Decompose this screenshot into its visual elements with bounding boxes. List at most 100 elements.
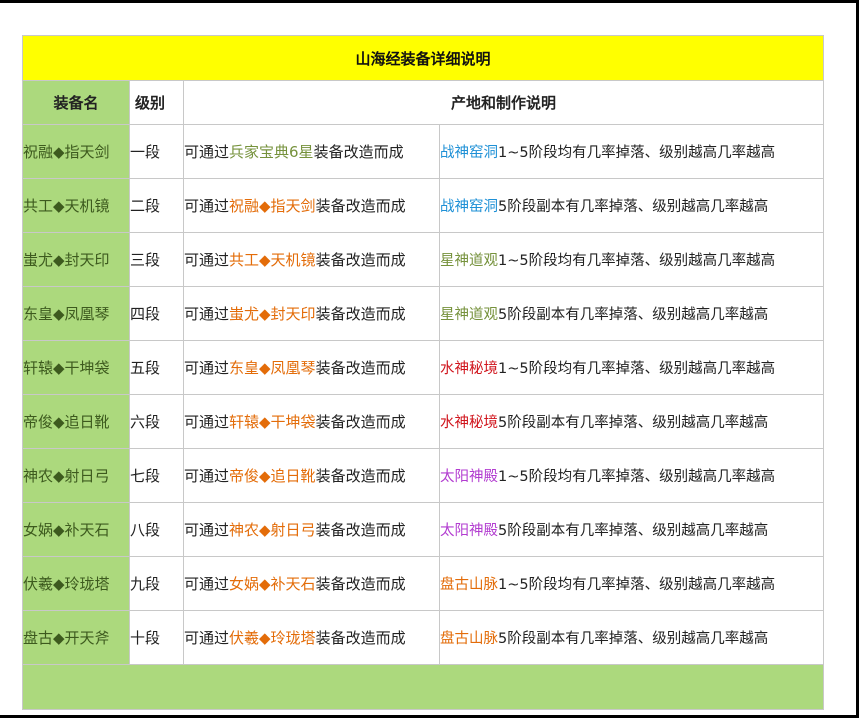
method-cell: 可通过神农◆射日弓装备改造而成 (183, 502, 440, 557)
equipment-name: 祝融◆指天剑 (23, 143, 110, 161)
source-cell: 太阳神殿1~5阶段均有几率掉落、级别越高几率越高 (438, 448, 825, 503)
method-prefix: 可通过 (184, 629, 230, 647)
level-cell: 五段 (129, 340, 184, 395)
drop-detail: 1~5阶段均有几率掉落、级别越高几率越高 (498, 145, 776, 161)
drop-detail: 1~5阶段均有几率掉落、级别越高几率越高 (498, 577, 776, 593)
source-material: 兵家宝典6星 (229, 143, 314, 161)
source-cell: 星神道观5阶段副本有几率掉落、级别越高几率越高 (438, 286, 825, 341)
source-cell: 太阳神殿5阶段副本有几率掉落、级别越高几率越高 (438, 502, 825, 557)
method-suffix: 装备改造而成 (315, 575, 406, 593)
equipment-name: 神农◆射日弓 (23, 467, 110, 485)
method-prefix: 可通过 (184, 467, 230, 485)
method-prefix: 可通过 (184, 521, 230, 539)
source-material: 帝俊◆追日靴 (229, 467, 316, 485)
equipment-level: 九段 (130, 575, 161, 593)
equipment-name-cell: 盘古◆开天斧 (22, 610, 130, 665)
equipment-level: 六段 (130, 413, 161, 431)
equipment-name: 盘古◆开天斧 (23, 629, 110, 647)
equipment-name-cell: 帝俊◆追日靴 (22, 394, 130, 449)
table-row: 祝融◆指天剑 一段 可通过兵家宝典6星装备改造而成 战神窑洞1~5阶段均有几率掉… (22, 124, 825, 179)
method-cell: 可通过东皇◆凤凰琴装备改造而成 (183, 340, 440, 395)
drop-detail: 5阶段副本有几率掉落、级别越高几率越高 (498, 199, 769, 215)
drop-location: 盘古山脉 (440, 577, 498, 593)
drop-detail: 5阶段副本有几率掉落、级别越高几率越高 (498, 631, 769, 647)
drop-location: 盘古山脉 (440, 631, 498, 647)
window-frame-top (0, 0, 859, 3)
source-material: 蚩尤◆封天印 (229, 305, 316, 323)
method-cell: 可通过轩辕◆干坤袋装备改造而成 (183, 394, 440, 449)
source-cell: 星神道观1~5阶段均有几率掉落、级别越高几率越高 (438, 232, 825, 287)
method-prefix: 可通过 (184, 197, 230, 215)
table-row: 蚩尤◆封天印 三段 可通过共工◆天机镜装备改造而成 星神道观1~5阶段均有几率掉… (22, 232, 825, 287)
level-cell: 一段 (129, 124, 184, 179)
table-row: 盘古◆开天斧 十段 可通过伏羲◆玲珑塔装备改造而成 盘古山脉5阶段副本有几率掉落… (22, 610, 825, 665)
equipment-name: 蚩尤◆封天印 (23, 251, 110, 269)
table-row: 东皇◆凤凰琴 四段 可通过蚩尤◆封天印装备改造而成 星神道观5阶段副本有几率掉落… (22, 286, 825, 341)
method-cell: 可通过共工◆天机镜装备改造而成 (183, 232, 440, 287)
header-description: 产地和制作说明 (182, 80, 825, 125)
header-equipment-name: 装备名 (22, 80, 130, 125)
source-material: 女娲◆补天石 (229, 575, 316, 593)
level-cell: 六段 (129, 394, 184, 449)
method-prefix: 可通过 (184, 359, 230, 377)
level-cell: 四段 (129, 286, 184, 341)
equipment-name-cell: 祝融◆指天剑 (22, 124, 130, 179)
equipment-level: 五段 (130, 359, 161, 377)
method-suffix: 装备改造而成 (315, 413, 406, 431)
source-material: 共工◆天机镜 (229, 251, 316, 269)
source-cell: 水神秘境1~5阶段均有几率掉落、级别越高几率越高 (438, 340, 825, 395)
method-suffix: 装备改造而成 (315, 197, 406, 215)
equipment-name-cell: 神农◆射日弓 (22, 448, 130, 503)
table-row: 伏羲◆玲珑塔 九段 可通过女娲◆补天石装备改造而成 盘古山脉1~5阶段均有几率掉… (22, 556, 825, 611)
equipment-level: 七段 (130, 467, 161, 485)
source-material: 神农◆射日弓 (229, 521, 316, 539)
method-prefix: 可通过 (184, 143, 230, 161)
table-row: 神农◆射日弓 七段 可通过帝俊◆追日靴装备改造而成 太阳神殿1~5阶段均有几率掉… (22, 448, 825, 503)
equipment-level: 二段 (130, 197, 161, 215)
equipment-name-cell: 伏羲◆玲珑塔 (22, 556, 130, 611)
footer-row (21, 664, 825, 710)
level-cell: 十段 (129, 610, 184, 665)
equipment-name-cell: 东皇◆凤凰琴 (22, 286, 130, 341)
drop-location: 水神秘境 (440, 415, 498, 431)
source-material: 轩辕◆干坤袋 (229, 413, 316, 431)
method-cell: 可通过祝融◆指天剑装备改造而成 (183, 178, 440, 233)
method-cell: 可通过帝俊◆追日靴装备改造而成 (183, 448, 440, 503)
source-cell: 战神窑洞1~5阶段均有几率掉落、级别越高几率越高 (438, 124, 825, 179)
drop-detail: 1~5阶段均有几率掉落、级别越高几率越高 (498, 469, 776, 485)
drop-location: 战神窑洞 (440, 145, 498, 161)
level-cell: 九段 (129, 556, 184, 611)
equipment-name: 女娲◆补天石 (23, 521, 110, 539)
title-row: 山海经装备详细说明 (21, 35, 825, 81)
equipment-level: 八段 (130, 521, 161, 539)
equipment-level: 三段 (130, 251, 161, 269)
drop-location: 星神道观 (440, 307, 498, 323)
table-row: 帝俊◆追日靴 六段 可通过轩辕◆干坤袋装备改造而成 水神秘境5阶段副本有几率掉落… (22, 394, 825, 449)
source-cell: 盘古山脉5阶段副本有几率掉落、级别越高几率越高 (438, 610, 825, 665)
source-material: 东皇◆凤凰琴 (229, 359, 316, 377)
equipment-name: 共工◆天机镜 (23, 197, 110, 215)
method-prefix: 可通过 (184, 575, 230, 593)
table-row: 轩辕◆干坤袋 五段 可通过东皇◆凤凰琴装备改造而成 水神秘境1~5阶段均有几率掉… (22, 340, 825, 395)
header-row: 装备名 级别 产地和制作说明 (22, 80, 825, 125)
header-level: 级别 (129, 80, 184, 125)
method-suffix: 装备改造而成 (315, 359, 406, 377)
equipment-name-cell: 轩辕◆干坤袋 (22, 340, 130, 395)
drop-location: 水神秘境 (440, 361, 498, 377)
equipment-name: 轩辕◆干坤袋 (23, 359, 110, 377)
equipment-name: 帝俊◆追日靴 (23, 413, 110, 431)
table-row: 共工◆天机镜 二段 可通过祝融◆指天剑装备改造而成 战神窑洞5阶段副本有几率掉落… (22, 178, 825, 233)
equipment-table-body: 山海经装备详细说明 装备名 级别 产地和制作说明 祝融◆指天剑 一段 可通过兵家… (21, 35, 825, 710)
equipment-level: 十段 (130, 629, 161, 647)
equipment-level: 四段 (130, 305, 161, 323)
method-prefix: 可通过 (184, 251, 230, 269)
source-material: 祝融◆指天剑 (229, 197, 316, 215)
equipment-table: 山海经装备详细说明 装备名 级别 产地和制作说明 祝融◆指天剑 一段 可通过兵家… (21, 35, 825, 710)
method-prefix: 可通过 (184, 305, 230, 323)
method-suffix: 装备改造而成 (313, 143, 404, 161)
drop-detail: 1~5阶段均有几率掉落、级别越高几率越高 (498, 253, 776, 269)
equipment-level: 一段 (130, 143, 161, 161)
source-cell: 水神秘境5阶段副本有几率掉落、级别越高几率越高 (438, 394, 825, 449)
method-suffix: 装备改造而成 (315, 251, 406, 269)
source-cell: 盘古山脉1~5阶段均有几率掉落、级别越高几率越高 (438, 556, 825, 611)
